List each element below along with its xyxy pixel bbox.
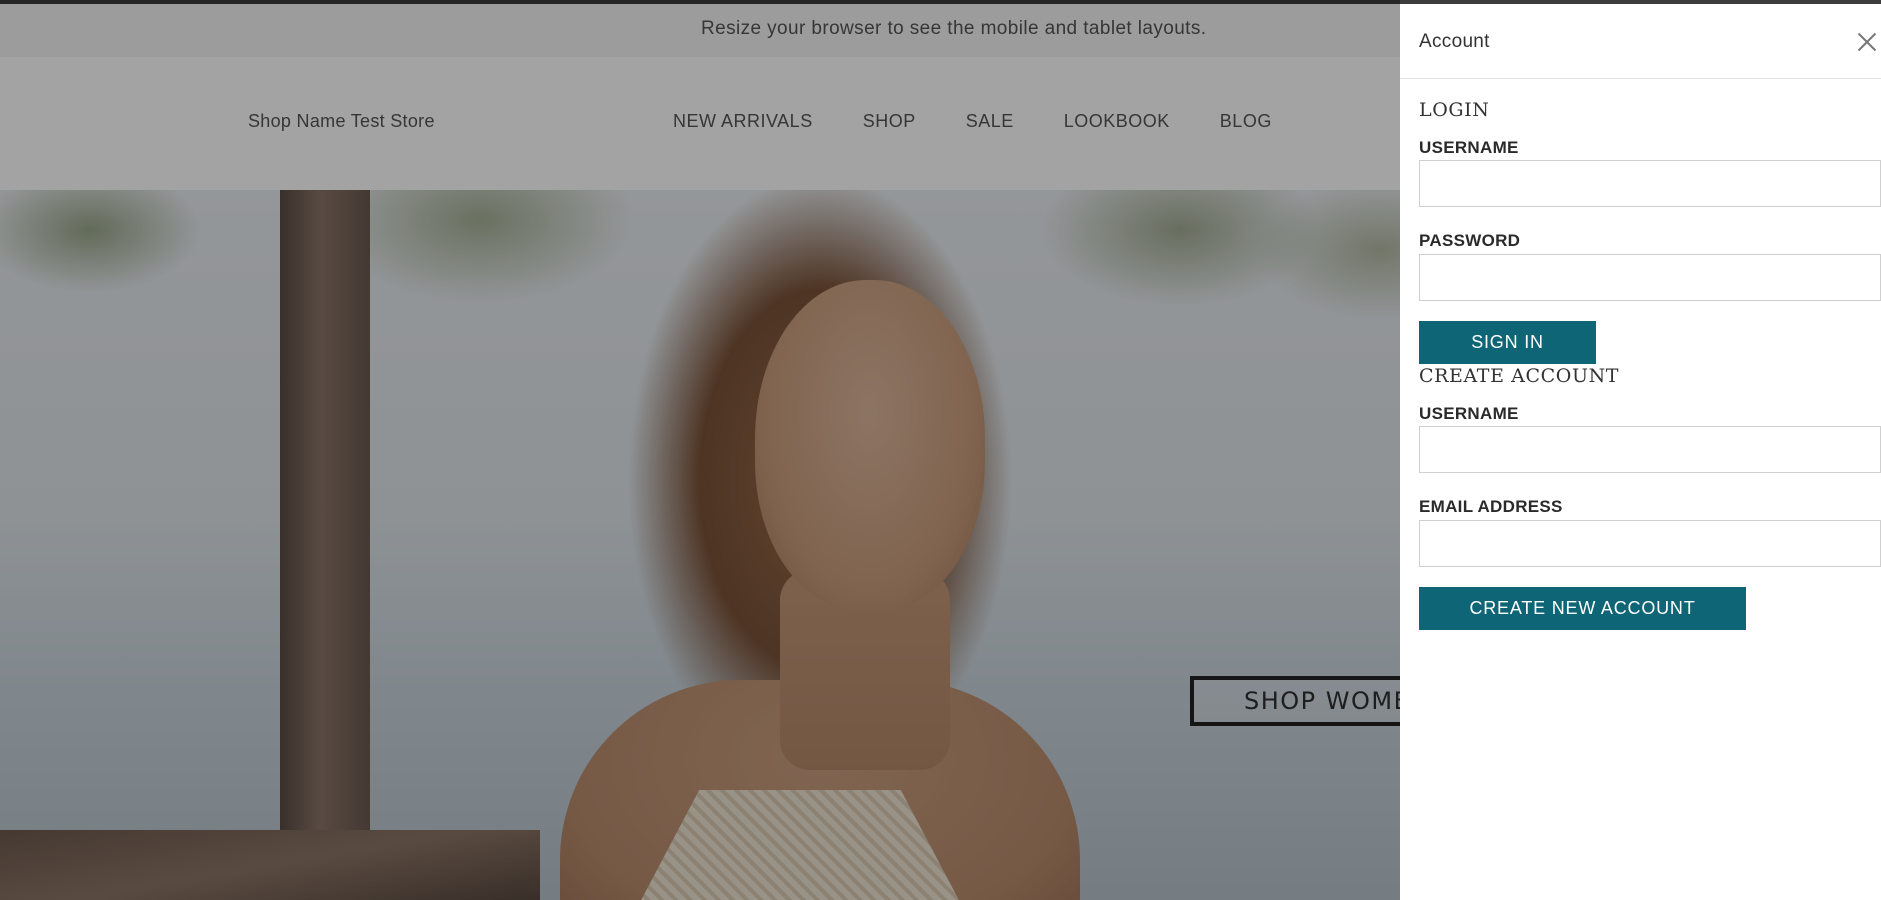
login-password-label: PASSWORD <box>1419 231 1521 250</box>
modal-backdrop[interactable] <box>0 0 1400 900</box>
account-drawer-title: Account <box>1419 31 1490 52</box>
sign-in-button[interactable]: SIGN IN <box>1419 321 1596 364</box>
account-drawer-header: Account <box>1400 4 1881 79</box>
login-heading: LOGIN <box>1419 99 1490 121</box>
create-new-account-button[interactable]: CREATE NEW ACCOUNT <box>1419 587 1746 630</box>
account-drawer: Account LOGIN USERNAME PASSWORD SIGN IN … <box>1400 4 1881 900</box>
email-address-input[interactable] <box>1419 520 1881 567</box>
login-username-label: USERNAME <box>1419 138 1519 157</box>
close-icon[interactable] <box>1852 28 1880 56</box>
email-address-label: EMAIL ADDRESS <box>1419 497 1563 516</box>
create-username-input[interactable] <box>1419 426 1881 473</box>
login-username-input[interactable] <box>1419 160 1881 207</box>
login-password-input[interactable] <box>1419 254 1881 301</box>
create-username-label: USERNAME <box>1419 404 1519 423</box>
storefront-page: Resize your browser to see the mobile an… <box>0 0 1881 900</box>
create-account-heading: CREATE ACCOUNT <box>1419 365 1620 387</box>
